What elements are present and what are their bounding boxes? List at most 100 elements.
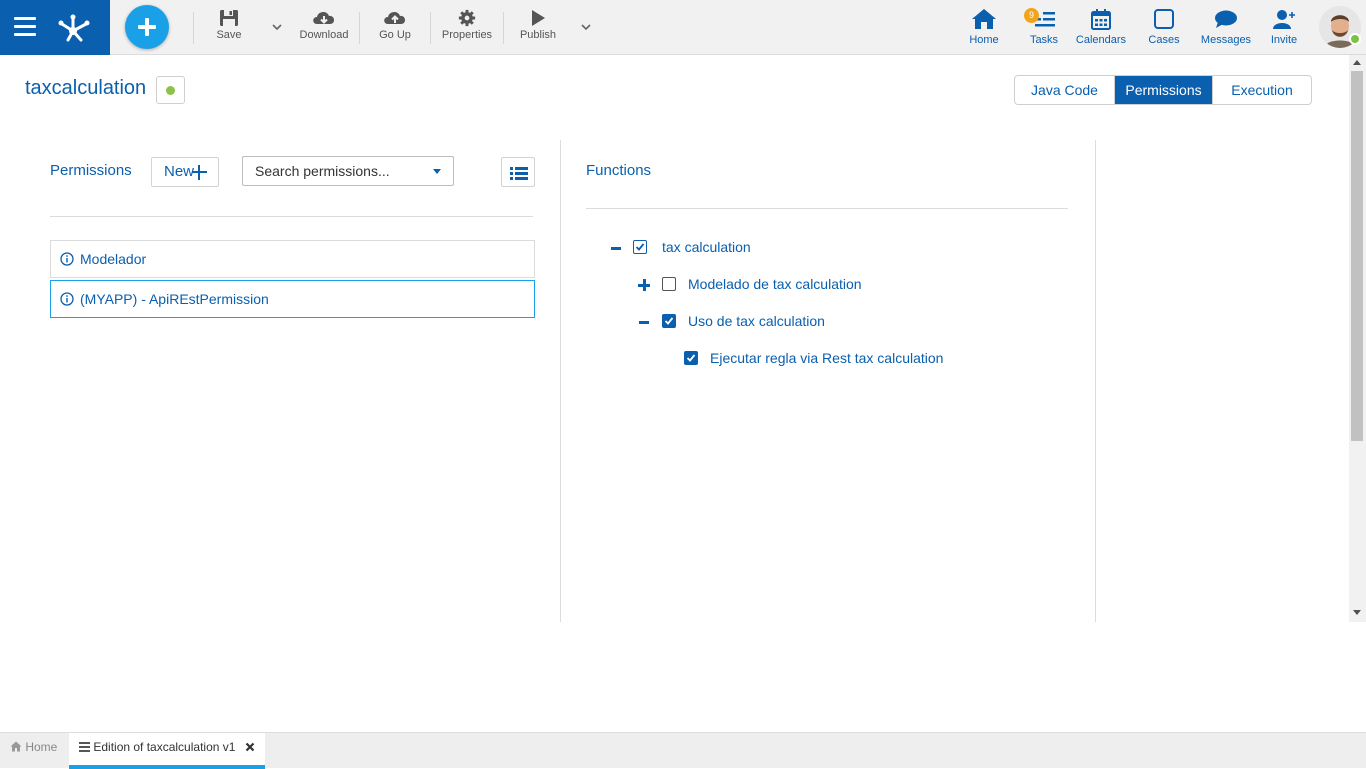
save-label: Save [216,29,242,41]
permissions-heading: Permissions [50,162,132,179]
cases-label: Cases [1148,34,1180,46]
divider [50,216,533,217]
home-label: Home [969,34,999,46]
divider [586,208,1068,209]
panel-divider [1095,140,1096,622]
tree-node-label: Ejecutar regla via Rest tax calculation [710,350,944,366]
gear-icon [458,9,476,27]
tree-node-label: Uso de tax calculation [688,313,825,329]
nav-calendars[interactable]: Calendars [1075,8,1127,46]
toolbar-divider [193,12,194,44]
modelado-checkbox[interactable] [662,277,676,291]
bottom-tab-edition-label: Edition of taxcalculation v1 [93,740,236,754]
tree-node-label: tax calculation [662,239,751,255]
list-view-button[interactable] [501,157,535,187]
cases-icon [1154,9,1174,29]
brand-area [0,0,110,55]
invite-user-icon [1273,10,1295,29]
view-tabs: Java Code Permissions Execution [1014,75,1312,105]
plus-icon [192,165,207,180]
list-icon [510,167,528,180]
cloud-upload-icon [384,11,406,24]
properties-button[interactable]: Properties [441,9,493,41]
bottom-tab-home[interactable]: Home [0,733,68,769]
logo-icon[interactable] [56,9,92,45]
go-up-label: Go Up [379,29,411,41]
expand-plus-icon[interactable] [638,279,650,291]
download-button[interactable]: Download [298,9,350,41]
tab-permissions[interactable]: Permissions [1114,76,1212,104]
collapse-minus-icon[interactable] [638,316,650,328]
tasks-badge: 9 [1024,8,1039,23]
cloud-download-icon [313,11,335,24]
info-icon [60,252,74,266]
add-button[interactable] [125,5,169,49]
document-list-icon [79,742,90,752]
ejecutar-checkbox[interactable] [684,351,698,365]
save-options-chevron-down-icon[interactable] [271,22,283,32]
uso-checkbox[interactable] [662,314,676,328]
home-icon [972,9,996,29]
calendars-label: Calendars [1075,34,1127,46]
status-dot-icon [166,86,175,95]
search-permissions-placeholder: Search permissions... [255,163,390,179]
tree-node-ejecutar: Ejecutar regla via Rest tax calculation [683,349,983,369]
tasks-label: Tasks [1029,34,1059,46]
permission-item-selected[interactable]: (MYAPP) - ApiREstPermission [50,280,535,318]
tree-node-modelado: Modelado de tax calculation [638,275,938,295]
online-status-dot [1349,33,1361,45]
bottom-tab-edition[interactable]: Edition of taxcalculation v1 [69,733,265,769]
nav-messages[interactable]: Messages [1199,8,1253,46]
chat-bubble-icon [1215,10,1237,28]
new-button-label: New [164,163,195,180]
tax-calculation-checkbox[interactable] [633,240,647,254]
panel-divider [560,140,561,622]
tab-execution[interactable]: Execution [1212,76,1311,104]
nav-invite[interactable]: Invite [1266,8,1302,46]
new-permission-button[interactable]: New [151,157,219,187]
play-icon [532,10,545,26]
nav-home[interactable]: Home [966,8,1002,46]
home-icon [10,741,22,752]
save-icon [220,10,238,26]
functions-heading: Functions [586,162,652,179]
properties-label: Properties [441,29,493,41]
checkmark-icon [664,317,674,325]
publish-options-chevron-down-icon[interactable] [580,22,592,32]
permission-item[interactable]: Modelador [50,240,535,278]
save-button[interactable]: Save [212,9,246,41]
download-label: Download [299,29,349,41]
nav-cases[interactable]: Cases [1146,8,1182,46]
toolbar-divider [503,12,504,44]
invite-label: Invite [1270,34,1298,46]
publish-label: Publish [519,29,557,41]
close-icon[interactable] [245,742,255,752]
scrollbar-thumb[interactable] [1351,71,1363,441]
checkmark-icon [686,354,696,362]
checkmark-icon [635,243,645,251]
top-bar: Save Download Go Up Properties Publish H… [0,0,1366,55]
bottom-tab-bar: Home Edition of taxcalculation v1 [0,732,1366,769]
toolbar-divider [359,12,360,44]
tree-node-uso: Uso de tax calculation [638,312,938,332]
info-icon [60,292,74,306]
dropdown-caret-icon [433,169,441,174]
toolbar-divider [430,12,431,44]
permission-item-label: Modelador [80,251,147,267]
bottom-tab-home-label: Home [25,740,58,754]
page-title: taxcalculation [25,77,147,99]
go-up-button[interactable]: Go Up [376,9,414,41]
scroll-down-arrow-icon[interactable] [1353,610,1361,615]
collapse-minus-icon[interactable] [610,242,622,254]
scroll-up-arrow-icon[interactable] [1353,60,1361,65]
hamburger-menu-icon[interactable] [14,17,36,37]
status-indicator-button[interactable] [156,76,185,104]
permission-item-label: (MYAPP) - ApiREstPermission [80,291,269,307]
tab-java-code[interactable]: Java Code [1015,76,1114,104]
messages-label: Messages [1200,34,1252,46]
publish-button[interactable]: Publish [518,9,558,41]
tree-node-tax-calculation: tax calculation [610,238,910,258]
tree-node-label: Modelado de tax calculation [688,276,862,292]
calendar-icon [1091,9,1111,30]
search-permissions-dropdown[interactable]: Search permissions... [242,156,454,186]
